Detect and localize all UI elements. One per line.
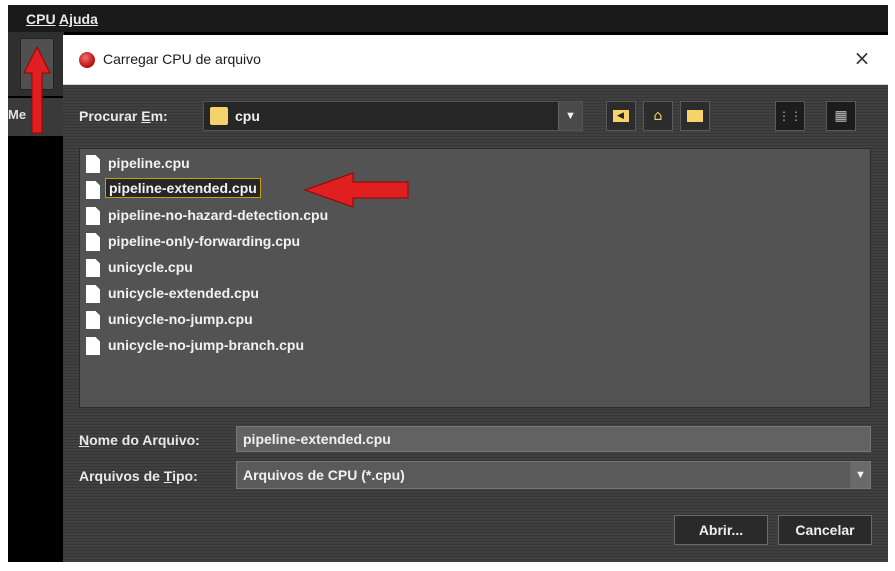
details-view-icon: ▦ <box>834 108 848 124</box>
details-view-button[interactable]: ▦ <box>826 101 856 131</box>
new-folder-icon <box>687 110 703 122</box>
home-icon: ⌂ <box>653 108 663 124</box>
file-list[interactable]: pipeline.cpu pipeline-extended.cpu pipel… <box>79 148 871 408</box>
file-name: unicycle-no-jump.cpu <box>108 311 253 327</box>
new-folder-button[interactable] <box>680 101 710 131</box>
file-icon <box>86 155 100 173</box>
file-name: pipeline-extended.cpu <box>105 178 261 198</box>
file-name: pipeline-only-forwarding.cpu <box>108 233 301 249</box>
list-view-icon: ⋮⋮ <box>778 109 802 123</box>
file-name: unicycle-extended.cpu <box>108 285 259 301</box>
file-icon <box>86 233 100 251</box>
cancel-button[interactable]: Cancelar <box>778 515 872 545</box>
file-name: unicycle-no-jump-branch.cpu <box>108 337 305 353</box>
up-folder-icon: ◀ <box>613 110 629 122</box>
menu-cpu[interactable]: CPU <box>26 11 56 27</box>
dialog-title: Carregar CPU de arquivo <box>103 51 261 67</box>
look-in-combobox[interactable]: cpu ▼ <box>203 101 583 131</box>
list-view-button[interactable]: ⋮⋮ <box>775 101 805 131</box>
file-icon <box>86 337 100 355</box>
file-icon <box>86 259 100 277</box>
file-name: pipeline-no-hazard-detection.cpu <box>108 207 329 223</box>
chevron-down-icon[interactable]: ▼ <box>850 462 870 488</box>
look-in-label: Procurar Em: <box>79 108 168 124</box>
file-icon <box>86 285 100 303</box>
home-button[interactable]: ⌂ <box>643 101 673 131</box>
file-icon <box>86 181 100 199</box>
close-button[interactable]: × <box>850 46 874 70</box>
file-icon <box>86 207 100 225</box>
folder-icon <box>210 107 228 125</box>
up-folder-button[interactable]: ◀ <box>606 101 636 131</box>
menu-ajuda[interactable]: Ajuda <box>59 11 98 27</box>
filename-value: pipeline-extended.cpu <box>243 431 391 447</box>
file-icon <box>86 311 100 329</box>
open-file-dialog: Carregar CPU de arquivo × Procurar Em: c… <box>63 35 888 562</box>
dialog-titlebar: Carregar CPU de arquivo × <box>63 35 888 85</box>
file-name: pipeline.cpu <box>108 155 190 171</box>
look-in-value: cpu <box>235 108 260 124</box>
filetype-combobox[interactable]: Arquivos de CPU (*.cpu) ▼ <box>236 461 871 489</box>
filetype-label: Arquivos de Tipo: <box>79 468 198 484</box>
file-name: unicycle.cpu <box>108 259 193 275</box>
annotation-arrow-left-icon <box>303 172 409 208</box>
filetype-value: Arquivos de CPU (*.cpu) <box>243 467 405 483</box>
annotation-arrow-up-icon <box>23 45 51 134</box>
chevron-down-icon[interactable]: ▼ <box>558 102 582 130</box>
filename-input[interactable]: pipeline-extended.cpu <box>236 426 871 452</box>
open-button[interactable]: Abrir... <box>674 515 768 545</box>
filename-label: Nome do Arquivo: <box>79 432 200 448</box>
menubar: CPU Ajuda <box>8 5 888 32</box>
app-logo-icon <box>79 52 95 68</box>
